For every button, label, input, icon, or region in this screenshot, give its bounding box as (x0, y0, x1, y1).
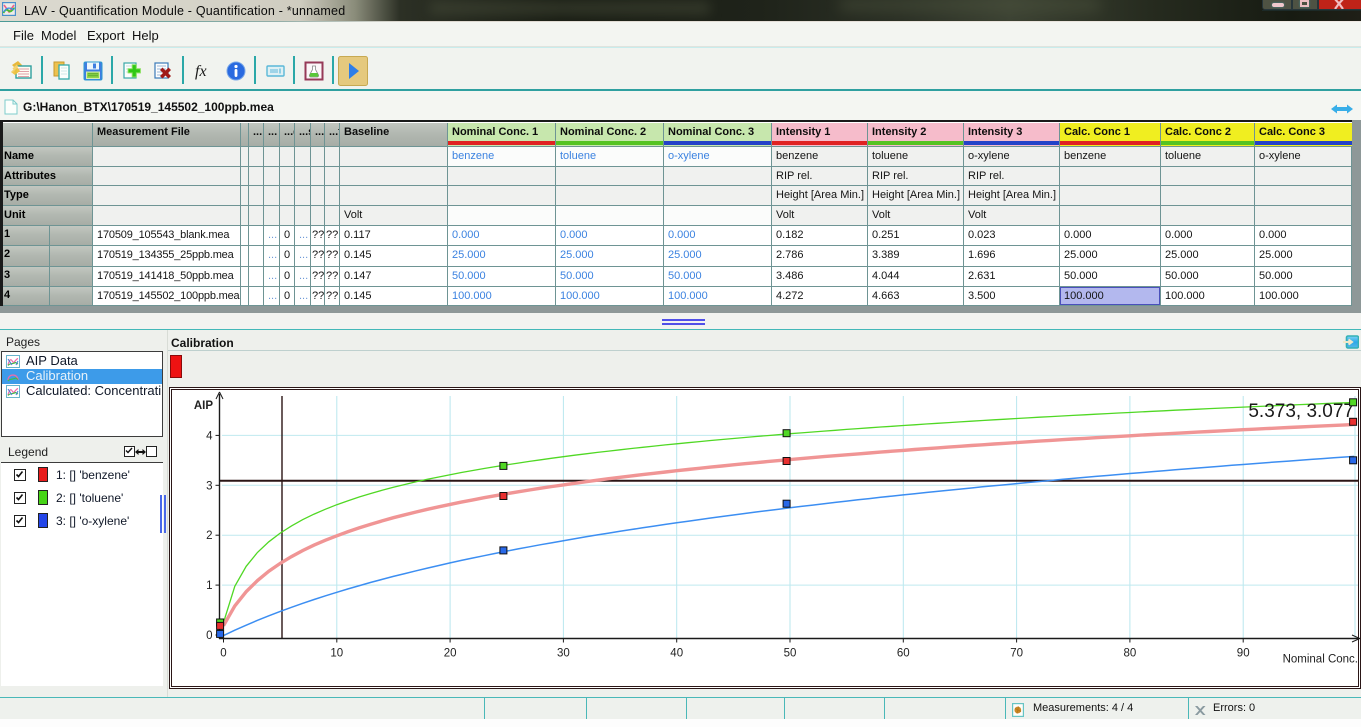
svg-text:20: 20 (444, 648, 457, 660)
svg-text:0: 0 (206, 630, 212, 642)
svg-text:AIP: AIP (194, 400, 214, 412)
svg-text:30: 30 (557, 648, 570, 660)
svg-text:4: 4 (206, 430, 213, 442)
svg-text:40: 40 (670, 648, 683, 660)
svg-text:fx: fx (195, 63, 207, 80)
svg-text:90: 90 (1237, 648, 1250, 660)
svg-text:10: 10 (330, 648, 343, 660)
svg-text:70: 70 (1010, 648, 1023, 660)
svg-text:3: 3 (206, 480, 212, 492)
svg-text:5.373, 3.077: 5.373, 3.077 (1248, 401, 1354, 422)
svg-text:Nominal Conc.: Nominal Conc. (1283, 654, 1358, 666)
svg-text:0: 0 (220, 648, 226, 660)
svg-text:1: 1 (206, 580, 212, 592)
svg-text:2: 2 (206, 530, 212, 542)
svg-text:60: 60 (897, 648, 910, 660)
svg-text:50: 50 (784, 648, 797, 660)
svg-text:80: 80 (1124, 648, 1137, 660)
